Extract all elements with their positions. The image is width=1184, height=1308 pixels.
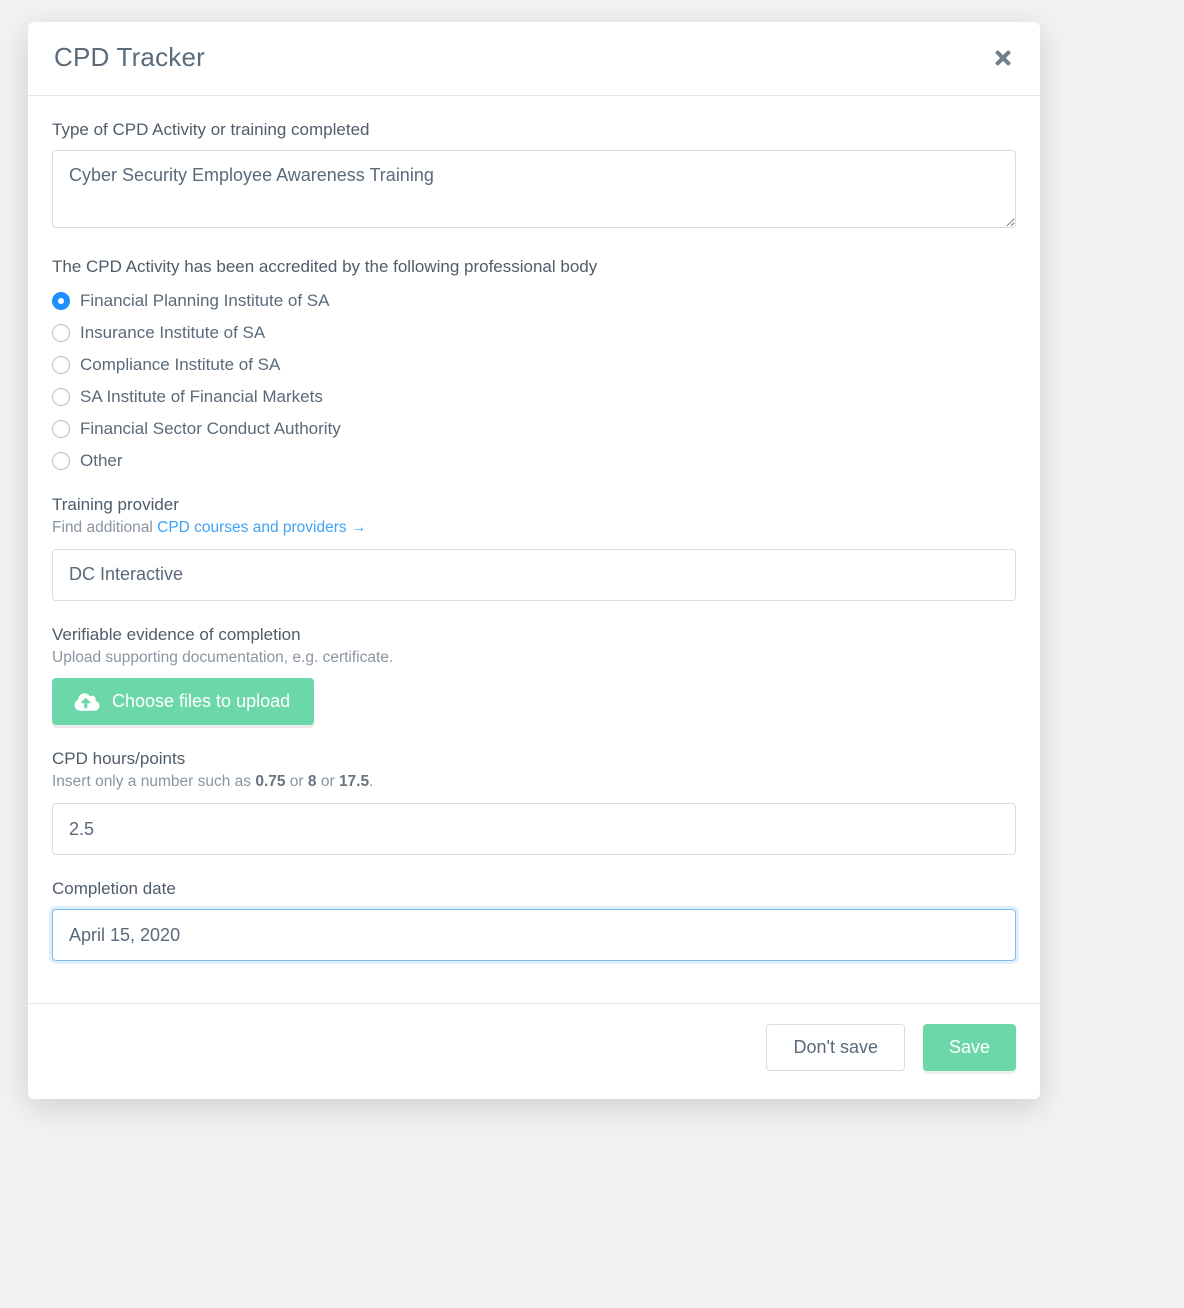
cpd-tracker-modal: CPD Tracker Type of CPD Activity or trai… bbox=[28, 22, 1040, 1099]
radio-label: SA Institute of Financial Markets bbox=[80, 387, 323, 407]
cpd-courses-link[interactable]: CPD courses and providers → bbox=[157, 519, 366, 536]
radio-label: Other bbox=[80, 451, 123, 471]
accreditation-option-1[interactable]: Insurance Institute of SA bbox=[52, 323, 1016, 343]
accreditation-option-2[interactable]: Compliance Institute of SA bbox=[52, 355, 1016, 375]
evidence-hint: Upload supporting documentation, e.g. ce… bbox=[52, 647, 1016, 669]
modal-body: Type of CPD Activity or training complet… bbox=[28, 96, 1040, 1003]
modal-title: CPD Tracker bbox=[54, 42, 205, 73]
accreditation-option-0[interactable]: Financial Planning Institute of SA bbox=[52, 291, 1016, 311]
activity-type-group: Type of CPD Activity or training complet… bbox=[52, 120, 1016, 233]
choose-files-button[interactable]: Choose files to upload bbox=[52, 678, 314, 725]
training-provider-hint: Find additional CPD courses and provider… bbox=[52, 517, 1016, 539]
radio-icon bbox=[52, 452, 70, 470]
completion-date-group: Completion date bbox=[52, 879, 1016, 961]
activity-type-input[interactable]: Cyber Security Employee Awareness Traini… bbox=[52, 150, 1016, 228]
hours-label: CPD hours/points bbox=[52, 749, 1016, 769]
radio-icon bbox=[52, 292, 70, 310]
hours-hint: Insert only a number such as 0.75 or 8 o… bbox=[52, 771, 1016, 793]
accreditation-option-5[interactable]: Other bbox=[52, 451, 1016, 471]
hours-input[interactable] bbox=[52, 803, 1016, 855]
training-provider-label: Training provider bbox=[52, 495, 1016, 515]
radio-icon bbox=[52, 324, 70, 342]
radio-icon bbox=[52, 420, 70, 438]
radio-label: Insurance Institute of SA bbox=[80, 323, 265, 343]
evidence-label: Verifiable evidence of completion bbox=[52, 625, 1016, 645]
accreditation-option-4[interactable]: Financial Sector Conduct Authority bbox=[52, 419, 1016, 439]
completion-date-input[interactable] bbox=[52, 909, 1016, 961]
radio-label: Compliance Institute of SA bbox=[80, 355, 280, 375]
accreditation-label: The CPD Activity has been accredited by … bbox=[52, 257, 1016, 277]
close-icon[interactable] bbox=[992, 47, 1014, 69]
dont-save-button[interactable]: Don't save bbox=[766, 1024, 904, 1071]
save-button[interactable]: Save bbox=[923, 1024, 1016, 1071]
cloud-upload-icon bbox=[74, 692, 100, 712]
accreditation-group: The CPD Activity has been accredited by … bbox=[52, 257, 1016, 471]
accreditation-option-3[interactable]: SA Institute of Financial Markets bbox=[52, 387, 1016, 407]
radio-icon bbox=[52, 388, 70, 406]
radio-icon bbox=[52, 356, 70, 374]
radio-label: Financial Planning Institute of SA bbox=[80, 291, 329, 311]
training-provider-group: Training provider Find additional CPD co… bbox=[52, 495, 1016, 601]
modal-header: CPD Tracker bbox=[28, 22, 1040, 96]
training-provider-hint-text: Find additional bbox=[52, 519, 157, 536]
accreditation-radio-list: Financial Planning Institute of SA Insura… bbox=[52, 291, 1016, 471]
training-provider-input[interactable] bbox=[52, 549, 1016, 601]
radio-label: Financial Sector Conduct Authority bbox=[80, 419, 341, 439]
completion-date-label: Completion date bbox=[52, 879, 1016, 899]
modal-footer: Don't save Save bbox=[28, 1003, 1040, 1099]
choose-files-label: Choose files to upload bbox=[112, 691, 290, 712]
evidence-group: Verifiable evidence of completion Upload… bbox=[52, 625, 1016, 726]
hours-group: CPD hours/points Insert only a number su… bbox=[52, 749, 1016, 855]
activity-type-label: Type of CPD Activity or training complet… bbox=[52, 120, 1016, 140]
